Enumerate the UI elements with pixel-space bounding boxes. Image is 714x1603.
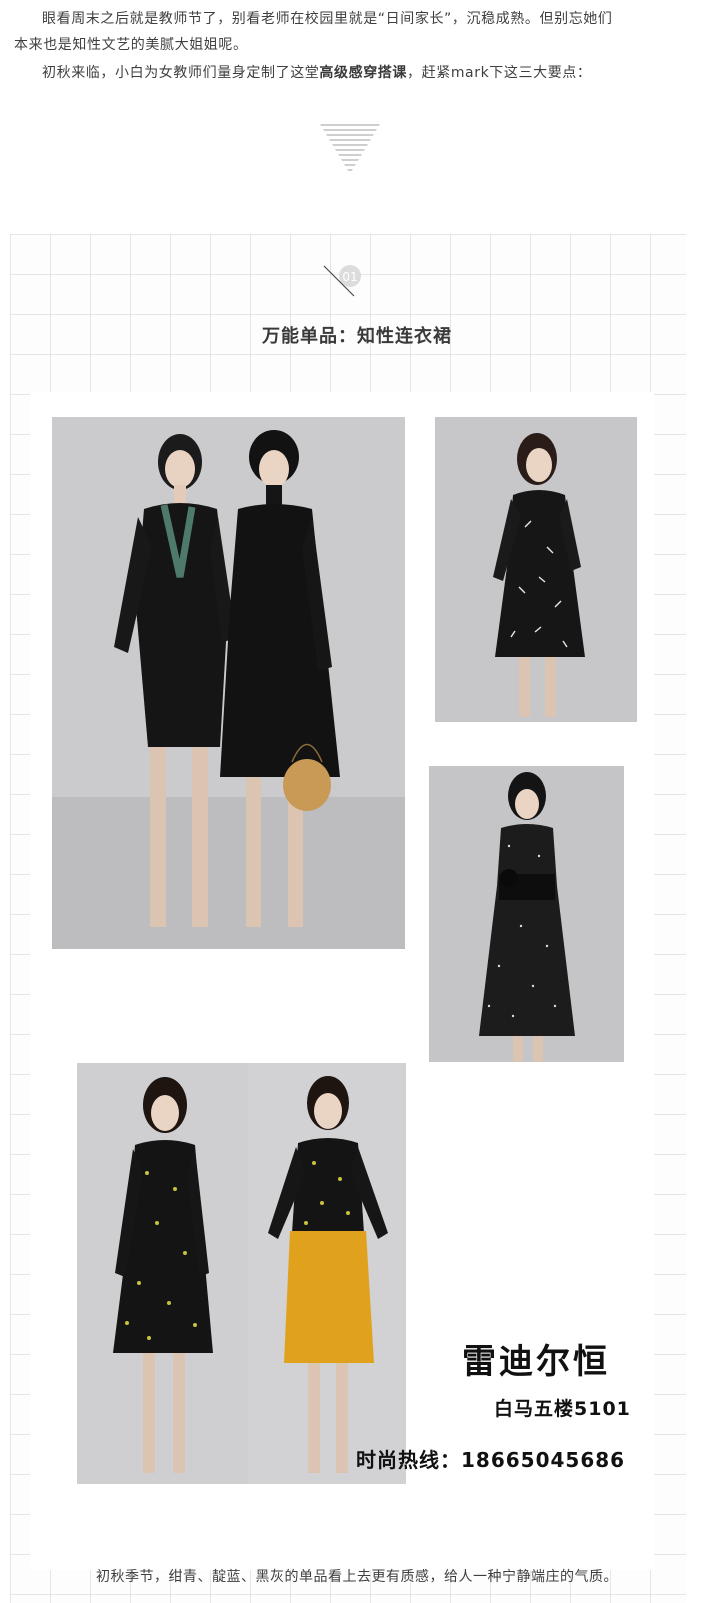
intro-line-3-end: ，赶紧mark下这三大要点： xyxy=(407,65,592,81)
photo-belted-print-dress xyxy=(429,766,624,1062)
intro-line-3: 初秋来临，小白为女教师们量身定制了这堂高级感穿搭课，赶紧mark下这三大要点： xyxy=(14,62,700,85)
striped-triangle-divider xyxy=(320,124,380,171)
section-number: 01 xyxy=(342,270,357,284)
photo-mustard-skirt xyxy=(248,1063,406,1484)
intro-line-1: 眼看周末之后就是教师节了，别看老师在校园里就是“日间家长”，沉稳成熟。但别忘她们 xyxy=(42,11,613,27)
photo-floral-dress xyxy=(77,1063,248,1484)
intro-line-2: 本来也是知性文艺的美腻大姐姐呢。 xyxy=(14,37,248,53)
brand-name: 雷迪尔恒 xyxy=(462,1342,610,1382)
caption-text: 初秋季节，绀青、靛蓝、黑灰的单品看上去更有质感，给人一种宁静端庄的气质。 xyxy=(96,1569,618,1585)
brand-address: 白马五楼5101 xyxy=(494,1398,631,1420)
section-title: 万能单品：知性连衣裙 xyxy=(262,326,452,347)
intro-line-3-text: 初秋来临，小白为女教师们量身定制了这堂 xyxy=(42,65,320,81)
photo-two-models-black-dresses xyxy=(52,417,405,949)
section-number-badge: 01 xyxy=(323,265,361,297)
intro-highlight: 高级感穿搭课 xyxy=(319,65,408,81)
brand-hotline: 时尚热线：18665045686 xyxy=(356,1448,626,1472)
photo-patterned-dress xyxy=(435,417,637,722)
